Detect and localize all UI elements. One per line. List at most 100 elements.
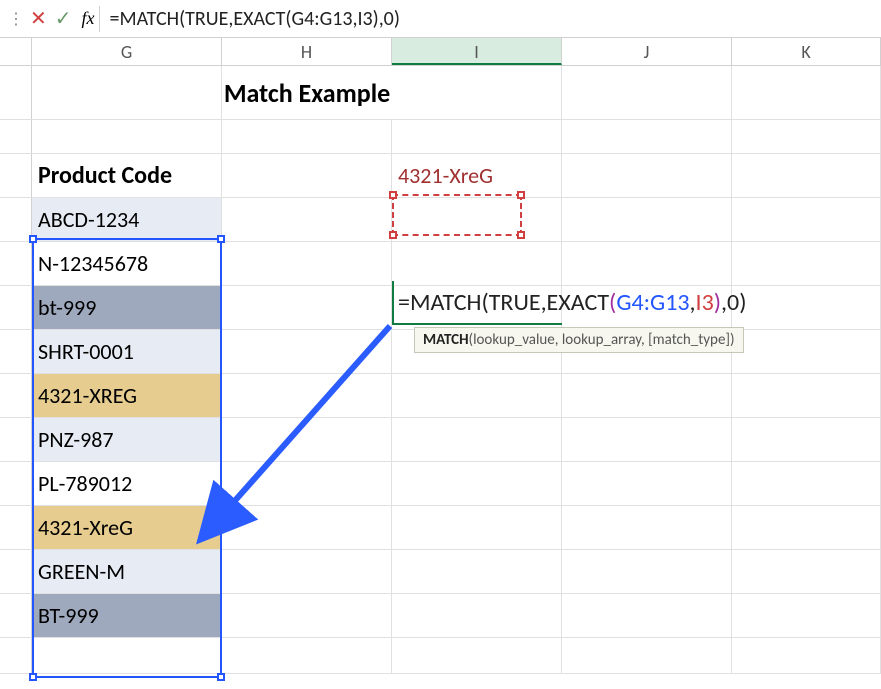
cell[interactable] [732, 154, 881, 197]
cell[interactable] [732, 418, 881, 461]
cell[interactable] [732, 506, 881, 549]
cell[interactable] [562, 242, 732, 285]
row-number[interactable] [0, 638, 32, 673]
product-code-cell[interactable]: 4321-XREG [32, 374, 222, 417]
cell[interactable] [222, 506, 392, 549]
cell[interactable] [392, 66, 562, 119]
cell[interactable] [222, 594, 392, 637]
product-code-cell[interactable]: ABCD-1234 [32, 198, 222, 241]
row-number[interactable] [0, 286, 32, 329]
corner-cell[interactable] [0, 38, 32, 65]
cell[interactable] [732, 66, 881, 119]
handle-icon[interactable]: ⋮ [8, 9, 22, 29]
row-number[interactable] [0, 506, 32, 549]
table-row: GREEN-M [0, 550, 881, 594]
column-headers: G H I J K [0, 38, 881, 66]
cell[interactable] [732, 374, 881, 417]
product-code-cell[interactable]: BT-999 [32, 594, 222, 637]
cell[interactable] [222, 330, 392, 373]
cell[interactable] [222, 242, 392, 285]
cell[interactable] [732, 286, 881, 329]
product-code-cell[interactable]: GREEN-M [32, 550, 222, 593]
cell[interactable] [222, 120, 392, 153]
product-code-cell[interactable]: PL-789012 [32, 462, 222, 505]
cell[interactable] [562, 638, 732, 673]
lookup-cell[interactable]: 4321-XreG [392, 154, 562, 197]
cell[interactable] [222, 154, 392, 197]
cell[interactable] [222, 550, 392, 593]
cell[interactable] [222, 286, 392, 329]
row-number[interactable] [0, 198, 32, 241]
cell[interactable] [562, 120, 732, 153]
row-number[interactable] [0, 66, 32, 119]
cell[interactable] [732, 330, 881, 373]
cell[interactable] [562, 506, 732, 549]
row-number[interactable] [0, 242, 32, 285]
cell[interactable] [562, 154, 732, 197]
product-code-cell[interactable]: bt-999 [32, 286, 222, 329]
cell[interactable] [562, 198, 732, 241]
row-number[interactable] [0, 374, 32, 417]
row-number[interactable] [0, 550, 32, 593]
cell[interactable] [732, 594, 881, 637]
product-code-cell[interactable]: SHRT-0001 [32, 330, 222, 373]
cell[interactable] [562, 374, 732, 417]
col-header-i[interactable]: I [392, 38, 562, 65]
cell[interactable] [732, 242, 881, 285]
cell[interactable] [32, 120, 222, 153]
cell[interactable] [732, 550, 881, 593]
cell[interactable] [392, 120, 562, 153]
col-header-g[interactable]: G [32, 38, 222, 65]
row-number[interactable] [0, 418, 32, 461]
formula-part: TRUE,EXACT [489, 288, 609, 317]
row-number[interactable] [0, 594, 32, 637]
cell[interactable] [732, 638, 881, 673]
col-header-j[interactable]: J [562, 38, 732, 65]
cell[interactable] [392, 550, 562, 593]
cell[interactable] [562, 594, 732, 637]
cell[interactable] [732, 462, 881, 505]
cell[interactable] [32, 66, 222, 119]
cancel-icon[interactable]: ✕ [30, 6, 47, 31]
cell[interactable] [222, 462, 392, 505]
product-code-cell[interactable]: N-12345678 [32, 242, 222, 285]
cell[interactable] [732, 120, 881, 153]
cell[interactable] [732, 198, 881, 241]
table-row: BT-999 [0, 594, 881, 638]
cell[interactable] [222, 418, 392, 461]
formula-bar-input[interactable]: =MATCH(TRUE,EXACT(G4:G13,I3),0) [110, 7, 400, 31]
cell[interactable] [392, 198, 562, 241]
row [0, 638, 881, 674]
cell[interactable] [32, 638, 222, 673]
accept-icon[interactable]: ✓ [55, 6, 72, 31]
row-number[interactable] [0, 330, 32, 373]
row-number[interactable] [0, 120, 32, 153]
fx-label[interactable]: fx [82, 8, 95, 29]
table-row: ABCD-1234 [0, 198, 881, 242]
cell[interactable] [392, 462, 562, 505]
cell[interactable] [562, 462, 732, 505]
table-row: 4321-XREG [0, 374, 881, 418]
cell[interactable] [562, 550, 732, 593]
cell[interactable] [222, 374, 392, 417]
cell[interactable] [562, 66, 732, 119]
row-number[interactable] [0, 462, 32, 505]
formula-cell[interactable] [392, 242, 562, 285]
product-code-cell[interactable]: PNZ-987 [32, 418, 222, 461]
cell[interactable] [392, 638, 562, 673]
product-code-cell[interactable]: 4321-XreG [32, 506, 222, 549]
page-title[interactable]: Match Example [222, 66, 392, 119]
table-header[interactable]: Product Code [32, 154, 222, 197]
cell[interactable] [562, 418, 732, 461]
col-header-h[interactable]: H [222, 38, 392, 65]
function-tooltip[interactable]: MATCH(lookup_value, lookup_array, [match… [414, 327, 744, 353]
col-header-k[interactable]: K [732, 38, 881, 65]
cell[interactable] [222, 638, 392, 673]
row-number[interactable] [0, 154, 32, 197]
cell[interactable] [392, 506, 562, 549]
cell[interactable] [392, 374, 562, 417]
cell[interactable] [392, 594, 562, 637]
formula-part: ) [739, 288, 746, 317]
cell[interactable] [222, 198, 392, 241]
cell[interactable] [392, 418, 562, 461]
